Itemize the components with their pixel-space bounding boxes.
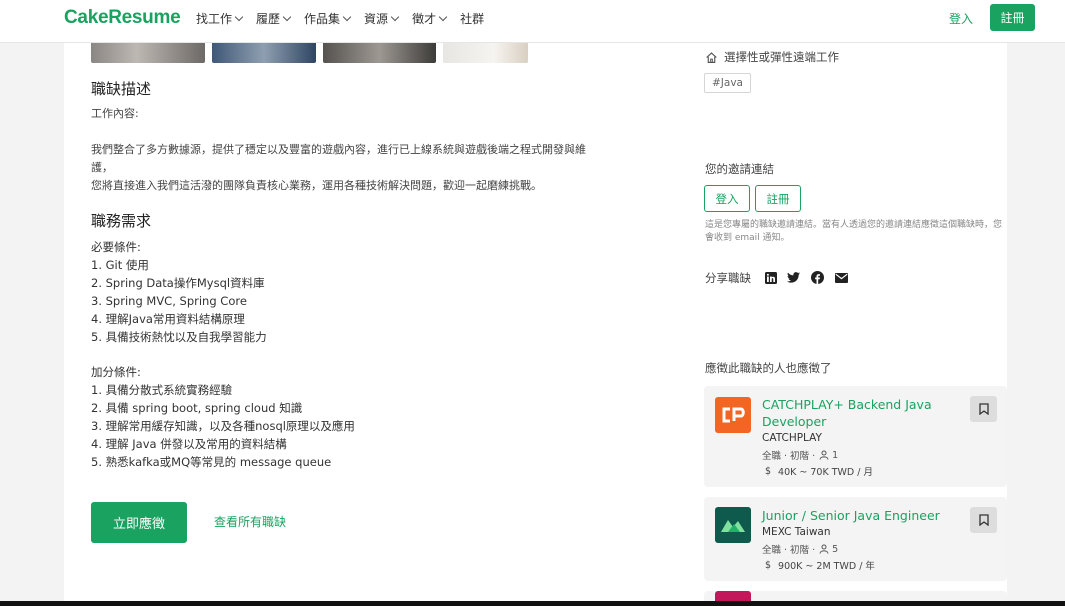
job-title-link[interactable]: Junior / Senior Java Engineer xyxy=(762,507,962,524)
mexc-logo xyxy=(715,507,751,543)
chevron-down-icon xyxy=(390,12,400,22)
openings-count: 1 xyxy=(832,449,839,461)
invite-note: 這是您專屬的職缺邀請連結。當有人透過您的邀請連結應徵這個職缺時，您會收到 ema… xyxy=(705,220,1003,243)
salary-range: 900K ~ 2M TWD / 年 xyxy=(778,561,875,572)
company-logo xyxy=(715,591,751,601)
bonus-item: 2. 具備 spring boot, spring cloud 知識 xyxy=(91,401,303,415)
person-icon xyxy=(819,544,829,554)
requirement-item: 2. Spring Data操作Mysql資料庫 xyxy=(91,276,265,290)
dollar-icon: $ xyxy=(765,559,772,571)
house-icon xyxy=(706,51,717,63)
nav-resume[interactable]: 履歷 xyxy=(256,10,292,27)
company-photo[interactable] xyxy=(443,43,528,63)
nav-label: 徵才 xyxy=(412,12,437,26)
nav-resources[interactable]: 資源 xyxy=(364,10,400,27)
chevron-down-icon xyxy=(438,12,448,22)
related-job-card[interactable]: CATCHPLAY+ Backend Java Developer CATCHP… xyxy=(704,386,1007,487)
company-name: CATCHPLAY xyxy=(762,432,822,444)
nav-label: 社群 xyxy=(460,12,485,26)
bonus-item: 1. 具備分散式系統實務經驗 xyxy=(91,383,233,397)
requirement-item: 1. Git 使用 xyxy=(91,258,149,272)
chevron-down-icon xyxy=(282,12,292,22)
apply-now-button[interactable]: 立即應徵 xyxy=(91,502,187,543)
requirement-item: 4. 理解Java常用資料結構原理 xyxy=(91,312,245,326)
nav-recruit[interactable]: 徵才 xyxy=(412,10,448,27)
nav-label: 找工作 xyxy=(196,12,233,26)
bonus-item: 5. 熟悉kafka或MQ等常見的 message queue xyxy=(91,455,332,469)
window-bottom-edge xyxy=(0,601,1065,606)
job-type: 全職 · 初階 · xyxy=(762,545,816,556)
job-meta: 全職 · 初階 · 5 xyxy=(762,542,839,557)
remote-work-info: 選擇性或彈性遠端工作 xyxy=(705,49,839,65)
openings-count: 5 xyxy=(832,543,839,555)
description-line: 我們整合了多方數據源，提供了穩定以及豐富的遊戲內容，進行已上線系統與遊戲後端之程… xyxy=(91,143,586,156)
requirement-item: 5. 具備技術熱忱以及自我學習能力 xyxy=(91,330,267,344)
company-photo[interactable] xyxy=(212,43,316,63)
invite-link-title: 您的邀請連結 xyxy=(705,162,774,176)
nav-label: 履歷 xyxy=(256,12,281,26)
company-photo[interactable] xyxy=(91,43,205,63)
invite-register-button[interactable]: 註冊 xyxy=(755,185,801,212)
also-applied-title: 應徵此職缺的人也應徵了 xyxy=(705,361,832,375)
company-name: MEXC Taiwan xyxy=(762,526,831,538)
bookmark-icon xyxy=(978,403,989,415)
nav-label: 作品集 xyxy=(304,12,341,26)
email-icon[interactable] xyxy=(835,271,848,284)
cakeresume-logo[interactable]: CakeResume xyxy=(64,7,181,29)
required-title: 必要條件: xyxy=(91,240,141,254)
register-button[interactable]: 註冊 xyxy=(990,4,1035,31)
remote-work-label: 選擇性或彈性遠端工作 xyxy=(724,50,839,64)
salary-range: 40K ~ 70K TWD / 月 xyxy=(778,467,873,478)
bookmark-button[interactable] xyxy=(970,507,997,533)
description-intro: 工作內容: xyxy=(91,107,139,120)
job-title-link[interactable]: CATCHPLAY+ Backend Java Developer xyxy=(762,396,962,430)
linkedin-icon[interactable] xyxy=(764,271,777,284)
bonus-title: 加分條件: xyxy=(91,365,141,379)
requirement-item: 3. Spring MVC, Spring Core xyxy=(91,294,247,308)
skill-tag[interactable]: #Java xyxy=(704,73,751,93)
nav-community[interactable]: 社群 xyxy=(460,10,484,27)
company-photo[interactable] xyxy=(323,43,436,63)
job-meta: 全職 · 初階 · 1 xyxy=(762,448,839,463)
job-description-heading: 職缺描述 xyxy=(91,80,152,98)
bonus-item: 4. 理解 Java 併發以及常用的資料結構 xyxy=(91,437,287,451)
bonus-item: 3. 理解常用緩存知識，以及各種nosql原理以及應用 xyxy=(91,419,355,433)
bookmark-icon xyxy=(978,514,989,526)
invite-login-button[interactable]: 登入 xyxy=(704,185,750,212)
related-job-card[interactable]: Junior / Senior Java Engineer MEXC Taiwa… xyxy=(704,497,1007,581)
dollar-icon: $ xyxy=(765,465,772,477)
person-icon xyxy=(819,450,829,460)
description-line: 您將直接進入我們這活潑的團隊負責核心業務，運用各種技術解決問題，歡迎一起磨練挑戰… xyxy=(91,179,542,192)
facebook-icon[interactable] xyxy=(811,271,824,284)
share-job-label: 分享職缺 xyxy=(705,271,751,285)
nav-label: 資源 xyxy=(364,12,389,26)
chevron-down-icon xyxy=(234,12,244,22)
job-salary: $ 40K ~ 70K TWD / 月 xyxy=(762,464,873,479)
job-salary: $ 900K ~ 2M TWD / 年 xyxy=(762,558,875,573)
main-nav: 找工作 履歷 作品集 資源 徵才 社群 xyxy=(196,10,498,27)
nav-find-jobs[interactable]: 找工作 xyxy=(196,10,244,27)
description-line: 護， xyxy=(91,161,113,174)
login-link[interactable]: 登入 xyxy=(949,10,973,27)
job-type: 全職 · 初階 · xyxy=(762,451,816,462)
chevron-down-icon xyxy=(342,12,352,22)
top-navbar: CakeResume 找工作 履歷 作品集 資源 徵才 社群 登入 註冊 xyxy=(0,0,1065,43)
nav-portfolio[interactable]: 作品集 xyxy=(304,10,352,27)
view-all-jobs-link[interactable]: 查看所有職缺 xyxy=(214,513,286,530)
twitter-icon[interactable] xyxy=(787,271,800,284)
catchplay-logo xyxy=(715,397,751,433)
bookmark-button[interactable] xyxy=(970,396,997,422)
job-requirements-heading: 職務需求 xyxy=(91,212,152,230)
